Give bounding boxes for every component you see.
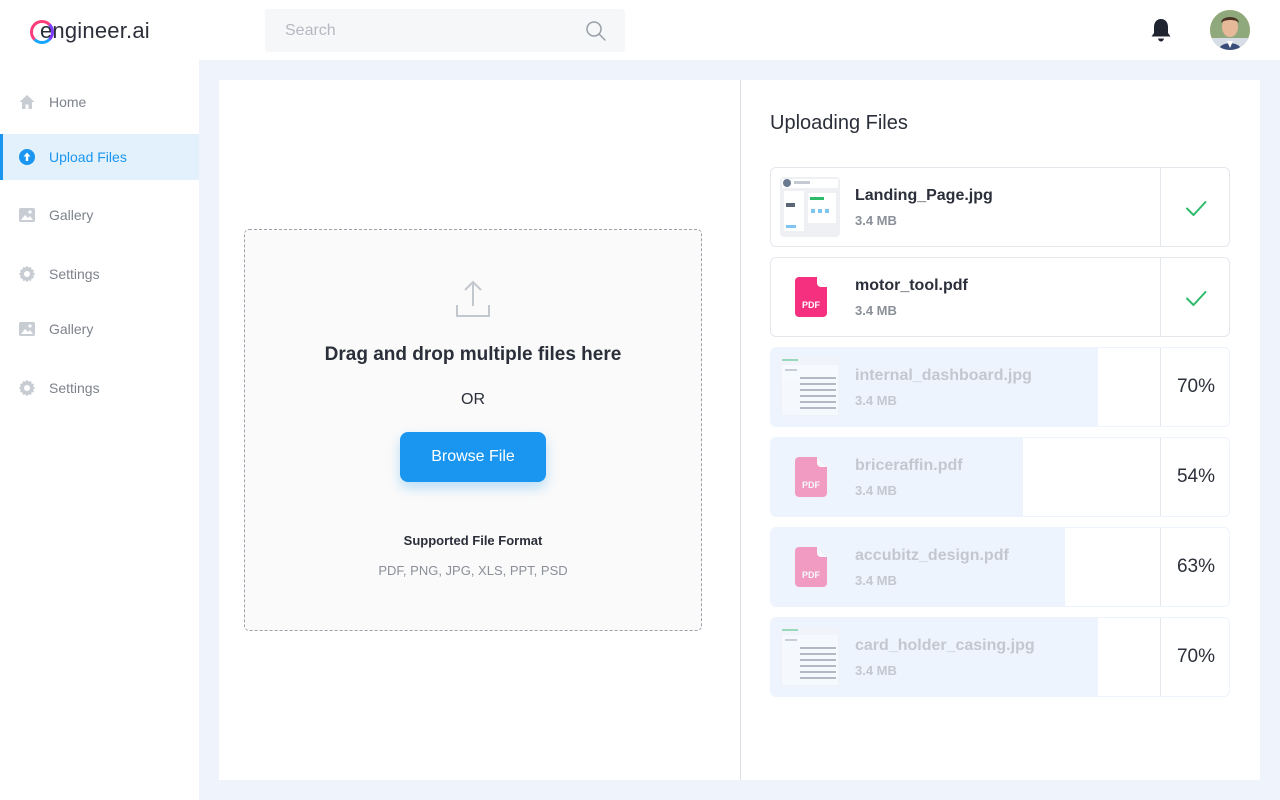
sidebar-item-label: Gallery [49,321,94,337]
upload-file-row[interactable]: card_holder_casing.jpg 3.4 MB 70% [770,617,1230,697]
pdf-badge-text: PDF [802,300,821,310]
dropzone-or: OR [461,391,485,408]
file-thumbnail [780,357,840,417]
gallery-icon [19,208,35,222]
uploading-files-title: Uploading Files [770,112,908,134]
logo-mark-icon [30,20,54,44]
file-name: card_holder_casing.jpg [855,637,1035,654]
pdf-file-icon: PDF [795,457,827,497]
row-separator [1160,258,1161,336]
upload-file-row[interactable]: PDF motor_tool.pdf 3.4 MB [770,257,1230,337]
sidebar-item-gallery[interactable]: Gallery [0,306,199,352]
file-size: 3.4 MB [855,393,897,408]
upload-icon [19,149,35,165]
upload-percentage: 54% [1176,466,1216,487]
home-icon [19,95,35,109]
upload-percentage: 63% [1176,556,1216,577]
upload-arrow-icon [456,280,490,317]
check-icon [1186,201,1207,216]
upload-file-row[interactable]: PDF accubitz_design.pdf 3.4 MB 63% [770,527,1230,607]
file-name: internal_dashboard.jpg [855,367,1032,384]
sidebar-item-label: Upload Files [49,149,127,165]
sidebar-item-gallery[interactable]: Gallery [0,192,199,238]
check-icon [1186,291,1207,306]
pdf-file-icon: PDF [795,547,827,587]
gear-icon [18,379,36,397]
upload-file-row[interactable]: Landing_Page.jpg 3.4 MB [770,167,1230,247]
file-thumbnail [780,177,840,237]
sidebar: Home Upload Files Gallery Settings Galle… [0,60,199,800]
pdf-badge-text: PDF [802,570,821,580]
file-size: 3.4 MB [855,303,897,318]
sidebar-item-home[interactable]: Home [0,79,199,125]
dropzone-title: Drag and drop multiple files here [324,344,622,365]
pdf-badge-text: PDF [802,480,821,490]
avatar-image [1210,10,1250,50]
file-name: accubitz_design.pdf [855,547,1009,564]
app-logo[interactable]: engineer.ai [30,16,150,46]
supported-format-title: Supported File Format [403,533,543,548]
main-panel: Drag and drop multiple files here OR Bro… [219,80,1260,780]
upload-percentage: 70% [1176,376,1216,397]
search-input[interactable] [265,9,565,52]
top-bar: engineer.ai [0,0,1280,60]
upload-percentage: 70% [1176,646,1216,667]
sidebar-item-upload-files[interactable]: Upload Files [0,134,199,180]
gallery-icon [19,322,35,336]
sidebar-item-settings[interactable]: Settings [0,251,199,297]
sidebar-item-label: Gallery [49,207,94,223]
file-dropzone[interactable]: Drag and drop multiple files here OR Bro… [244,229,702,631]
sidebar-item-label: Settings [49,266,100,282]
panel-divider [740,80,741,780]
upload-file-row[interactable]: internal_dashboard.jpg 3.4 MB 70% [770,347,1230,427]
upload-file-row[interactable]: PDF briceraffin.pdf 3.4 MB 54% [770,437,1230,517]
search-icon[interactable] [585,20,607,42]
search-box [265,9,625,52]
sidebar-item-settings[interactable]: Settings [0,365,199,411]
sidebar-item-label: Settings [49,380,100,396]
file-thumbnail [780,627,840,687]
user-avatar[interactable] [1210,10,1250,50]
file-size: 3.4 MB [855,213,897,228]
sidebar-item-label: Home [49,94,87,110]
file-name: briceraffin.pdf [855,457,963,474]
file-size: 3.4 MB [855,573,897,588]
gear-icon [18,265,36,283]
supported-format-list: PDF, PNG, JPG, XLS, PPT, PSD [378,563,568,578]
pdf-file-icon: PDF [795,277,827,317]
file-name: Landing_Page.jpg [855,187,993,204]
file-size: 3.4 MB [855,663,897,678]
logo-text: engineer.ai [40,18,150,43]
notification-bell-icon[interactable] [1149,17,1173,43]
file-name: motor_tool.pdf [855,277,968,294]
browse-file-button[interactable]: Browse File [400,432,546,482]
row-separator [1160,168,1161,246]
file-size: 3.4 MB [855,483,897,498]
